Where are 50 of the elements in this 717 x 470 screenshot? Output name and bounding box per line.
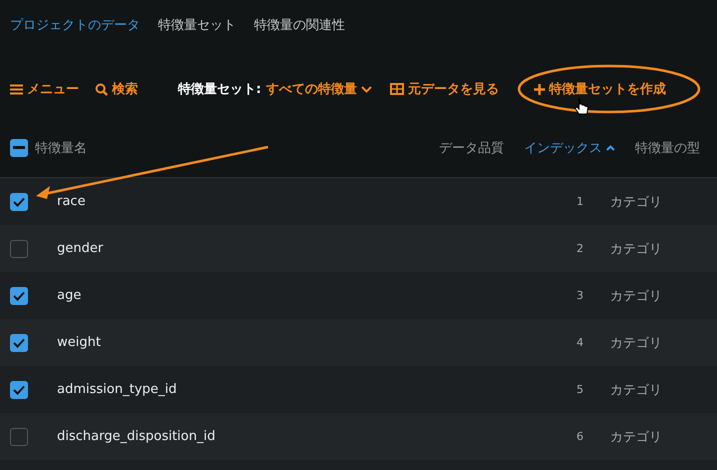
checkbox[interactable] bbox=[10, 428, 28, 446]
column-header[interactable]: 特徴量の型 bbox=[635, 138, 700, 156]
table-cell-text: カテゴリ bbox=[610, 288, 663, 304]
select-all-checkbox[interactable] bbox=[10, 138, 28, 156]
table-cell-text: age bbox=[57, 288, 82, 303]
table-cell-text: 4 bbox=[576, 336, 584, 349]
table-cell-text: カテゴリ bbox=[610, 382, 663, 398]
checkbox[interactable] bbox=[10, 192, 28, 210]
tab[interactable]: プロジェクトのデータ bbox=[10, 15, 140, 35]
checkbox[interactable] bbox=[10, 240, 28, 258]
chevron-down-icon bbox=[361, 86, 372, 92]
column-header[interactable]: データ品質 bbox=[439, 138, 504, 156]
minus-icon bbox=[13, 146, 25, 149]
check-icon bbox=[13, 338, 25, 348]
table-cell-text: 6 bbox=[576, 430, 584, 443]
search-icon bbox=[95, 82, 108, 96]
table-cell-text: 3 bbox=[576, 289, 584, 302]
table-cell-text: gender bbox=[57, 241, 104, 256]
checkbox[interactable] bbox=[10, 380, 28, 398]
table-cell-text: カテゴリ bbox=[610, 334, 663, 352]
view-raw-data-button[interactable]: 元データを見る bbox=[390, 80, 500, 98]
menu-icon bbox=[10, 84, 23, 94]
table-cell-text: weight bbox=[57, 335, 102, 350]
table-cell-text: カテゴリ bbox=[610, 194, 663, 210]
checkbox[interactable] bbox=[10, 286, 28, 304]
menu-button[interactable]: メニュー bbox=[10, 80, 79, 98]
search-button[interactable]: 検索 bbox=[95, 80, 138, 98]
table-cell-text: discharge_disposition_id bbox=[57, 429, 216, 444]
table-cell-text: 1 bbox=[576, 195, 584, 208]
check-icon bbox=[13, 384, 25, 394]
checkbox[interactable] bbox=[10, 334, 28, 352]
table-cell-text: カテゴリ bbox=[610, 240, 663, 258]
feature-set-label: 特徴量セット: bbox=[178, 81, 262, 98]
column-header[interactable]: 特徴量名 bbox=[35, 138, 419, 156]
feature-set-dropdown[interactable]: すべての特徴量 bbox=[266, 80, 372, 98]
table-cell-text: admission_type_id bbox=[57, 382, 178, 397]
tab[interactable]: 特徴量セット bbox=[158, 15, 236, 35]
table-cell-text: 2 bbox=[576, 242, 584, 255]
check-icon bbox=[13, 196, 25, 206]
table-cell-text: カテゴリ bbox=[610, 428, 663, 446]
table-cell-text: race bbox=[57, 194, 86, 209]
hand-cursor-icon bbox=[574, 98, 589, 114]
sort-up-icon bbox=[606, 144, 615, 150]
create-feature-set-button[interactable]: 特徴量セットを作成 bbox=[534, 80, 666, 98]
plus-icon bbox=[534, 84, 546, 94]
tab[interactable]: 特徴量の関連性 bbox=[254, 15, 345, 35]
column-header[interactable]: インデックス bbox=[524, 138, 615, 156]
table-icon bbox=[390, 83, 404, 95]
table-cell-text: 5 bbox=[576, 383, 584, 396]
check-icon bbox=[13, 290, 25, 300]
